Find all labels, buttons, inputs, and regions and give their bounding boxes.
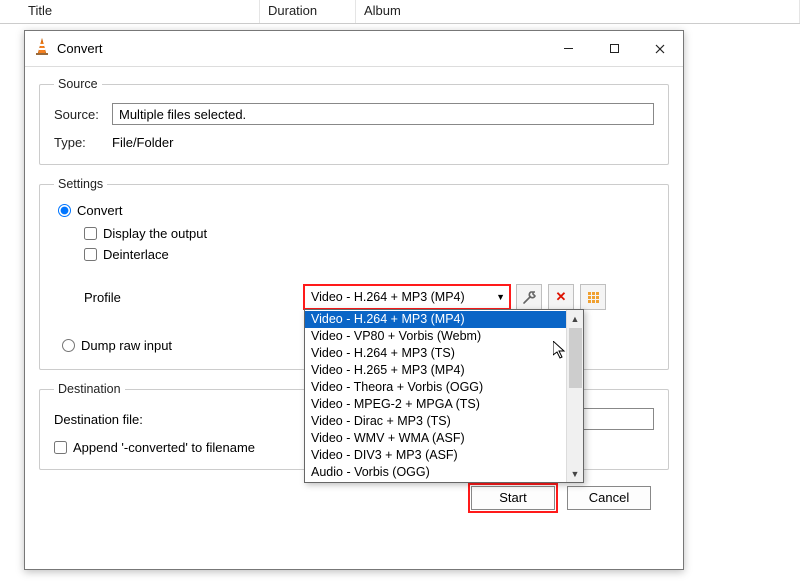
minimize-button[interactable] [545, 31, 591, 67]
profile-option[interactable]: Video - H.264 + MP3 (TS) [305, 345, 566, 362]
type-value: File/Folder [112, 135, 173, 150]
scroll-down-icon[interactable]: ▼ [567, 465, 583, 482]
delete-profile-button[interactable]: ✕ [548, 284, 574, 310]
profile-label: Profile [84, 290, 304, 305]
destination-legend: Destination [54, 382, 125, 396]
maximize-button[interactable] [591, 31, 637, 67]
profile-option[interactable]: Audio - Vorbis (OGG) [305, 464, 566, 481]
settings-legend: Settings [54, 177, 107, 191]
source-legend: Source [54, 77, 102, 91]
dropdown-scrollbar[interactable]: ▲ ▼ [566, 310, 583, 482]
edit-profile-button[interactable] [516, 284, 542, 310]
append-converted-input[interactable] [54, 441, 67, 454]
close-button[interactable] [637, 31, 683, 67]
profile-option[interactable]: Video - H.264 + MP3 (MP4) [305, 311, 566, 328]
titlebar: Convert [25, 31, 683, 67]
deinterlace-checkbox[interactable]: Deinterlace [84, 247, 654, 262]
source-label: Source: [54, 107, 112, 122]
convert-dialog: Convert Source Source: Type: File/Folder [24, 30, 684, 570]
start-button[interactable]: Start [471, 486, 555, 510]
profile-selected: Video - H.264 + MP3 (MP4) [311, 290, 465, 304]
profile-option[interactable]: Video - VP80 + Vorbis (Webm) [305, 328, 566, 345]
new-profile-button[interactable] [580, 284, 606, 310]
convert-radio[interactable]: Convert [58, 203, 654, 218]
list-header: Title Duration Album [0, 0, 800, 24]
profile-dropdown[interactable]: Video - H.264 + MP3 (MP4) ▼ Video - H.26… [304, 285, 510, 309]
profile-option[interactable]: Video - Theora + Vorbis (OGG) [305, 379, 566, 396]
dump-raw-input[interactable] [62, 339, 75, 352]
cancel-button[interactable]: Cancel [567, 486, 651, 510]
display-output-input[interactable] [84, 227, 97, 240]
deinterlace-label: Deinterlace [103, 247, 169, 262]
convert-radio-label: Convert [77, 203, 123, 218]
source-group: Source Source: Type: File/Folder [39, 77, 669, 165]
profile-option[interactable]: Video - H.265 + MP3 (MP4) [305, 362, 566, 379]
deinterlace-input[interactable] [84, 248, 97, 261]
type-label: Type: [54, 135, 112, 150]
chevron-down-icon: ▼ [496, 292, 505, 302]
profile-dropdown-list[interactable]: Video - H.264 + MP3 (MP4) Video - VP80 +… [304, 309, 584, 483]
convert-radio-input[interactable] [58, 204, 71, 217]
source-input[interactable] [112, 103, 654, 125]
profile-option[interactable]: Video - MPEG-2 + MPGA (TS) [305, 396, 566, 413]
column-title[interactable]: Title [20, 0, 260, 23]
vlc-cone-icon [35, 38, 49, 59]
column-duration[interactable]: Duration [260, 0, 356, 23]
settings-group: Settings Convert Display the output Dein… [39, 177, 669, 370]
scrollbar-thumb[interactable] [569, 328, 582, 388]
profile-dropdown-button[interactable]: Video - H.264 + MP3 (MP4) ▼ [304, 285, 510, 309]
profile-option[interactable]: Video - Dirac + MP3 (TS) [305, 413, 566, 430]
dump-raw-label: Dump raw input [81, 338, 172, 353]
column-album[interactable]: Album [356, 0, 800, 23]
profile-option[interactable]: Video - DIV3 + MP3 (ASF) [305, 447, 566, 464]
destination-file-label: Destination file: [54, 412, 312, 427]
profile-option[interactable]: Video - WMV + WMA (ASF) [305, 430, 566, 447]
window-title: Convert [57, 41, 103, 56]
dialog-footer: Start Cancel [39, 482, 669, 510]
display-output-checkbox[interactable]: Display the output [84, 226, 654, 241]
append-converted-label: Append '-converted' to filename [73, 440, 255, 455]
display-output-label: Display the output [103, 226, 207, 241]
scroll-up-icon[interactable]: ▲ [567, 310, 583, 327]
